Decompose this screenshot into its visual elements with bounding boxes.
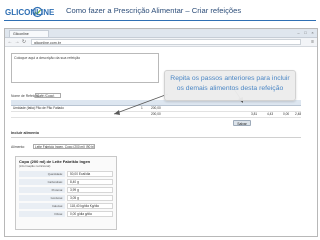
- callout-line-2: os demais alimentos desta refeição: [176, 85, 284, 92]
- callout-line-1: Repita os passos anteriores para incluir: [170, 75, 290, 82]
- callout-arrows: [113, 85, 243, 115]
- instruction-callout: Repita os passos anteriores para incluir…: [164, 70, 296, 101]
- arrow-to-search: [113, 93, 169, 115]
- arrow-head: [114, 110, 120, 115]
